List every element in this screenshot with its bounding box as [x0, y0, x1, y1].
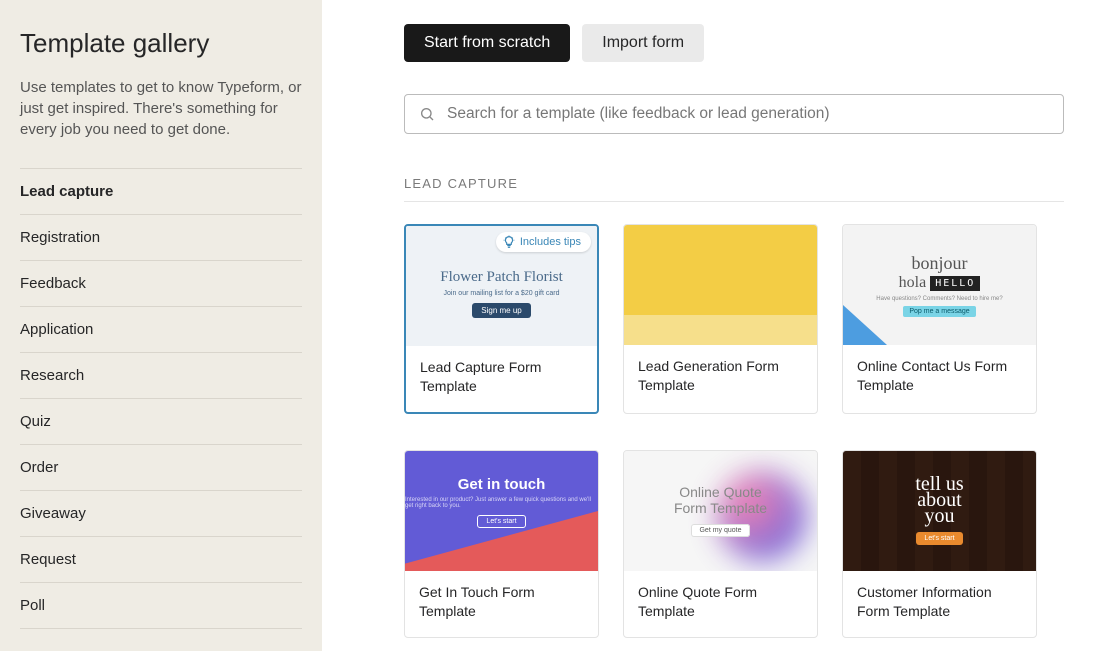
preview-cta: Pop me a message	[903, 306, 975, 317]
template-card[interactable]: Online QuoteForm TemplateGet my quoteOnl…	[623, 450, 818, 638]
template-title: Lead Capture Form Template	[406, 346, 597, 412]
preview-line2b: HELLO	[930, 276, 980, 291]
page-title: Template gallery	[20, 28, 302, 59]
template-title: Get In Touch Form Template	[405, 571, 598, 637]
template-card[interactable]: Lead Generation Form Template	[623, 224, 818, 414]
category-item[interactable]: Application	[20, 307, 302, 353]
category-list: Lead captureRegistrationFeedbackApplicat…	[20, 168, 302, 629]
start-from-scratch-button[interactable]: Start from scratch	[404, 24, 570, 62]
template-title: Customer Information Form Template	[843, 571, 1036, 637]
preview-cta: Let's start	[916, 532, 962, 545]
template-thumbnail: bonjourholaHELLO Have questions? Comments…	[843, 225, 1036, 345]
preview-line2a: hola	[899, 274, 927, 292]
category-item[interactable]: Giveaway	[20, 491, 302, 537]
template-card[interactable]: tell usaboutyou Let's start Customer Infor…	[842, 450, 1037, 638]
template-card[interactable]: Flower Patch Florist Join our mailing lis…	[404, 224, 599, 414]
category-item[interactable]: Research	[20, 353, 302, 399]
template-grid: Flower Patch Florist Join our mailing lis…	[404, 224, 1064, 638]
page-description: Use templates to get to know Typeform, o…	[20, 77, 302, 140]
preview-line1: bonjour	[912, 253, 968, 274]
template-title: Online Quote Form Template	[624, 571, 817, 637]
search-icon	[419, 106, 435, 122]
search-field[interactable]	[404, 94, 1064, 134]
preview-sub: Have questions? Comments? Need to hire m…	[876, 296, 1002, 302]
preview-cta: Let's start	[477, 515, 525, 528]
preview-cta: Get my quote	[691, 524, 749, 537]
template-thumbnail: Get in touch Interested in our product? J…	[405, 451, 598, 571]
category-item[interactable]: Order	[20, 445, 302, 491]
preview-cta: Sign me up	[472, 303, 530, 318]
preview-heading: tell usaboutyou	[915, 476, 963, 524]
template-title: Online Contact Us Form Template	[843, 345, 1036, 411]
import-form-button[interactable]: Import form	[582, 24, 704, 62]
lightbulb-icon	[502, 235, 516, 249]
decor-triangle	[843, 305, 887, 345]
search-input[interactable]	[447, 105, 1049, 123]
includes-tips-badge: Includes tips	[496, 232, 591, 252]
category-item[interactable]: Poll	[20, 583, 302, 629]
template-thumbnail	[624, 225, 817, 345]
template-thumbnail: tell usaboutyou Let's start	[843, 451, 1036, 571]
category-item[interactable]: Feedback	[20, 261, 302, 307]
toolbar: Start from scratch Import form	[404, 24, 1064, 62]
template-thumbnail: Flower Patch Florist Join our mailing lis…	[406, 226, 597, 346]
template-thumbnail: Online QuoteForm Template Get my quote	[624, 451, 817, 571]
sidebar: Template gallery Use templates to get to…	[0, 0, 322, 651]
main: Start from scratch Import form LEAD CAPT…	[322, 0, 1116, 651]
category-item[interactable]: Lead capture	[20, 169, 302, 215]
section-header: LEAD CAPTURE	[404, 176, 1064, 202]
template-card[interactable]: bonjourholaHELLO Have questions? Comments…	[842, 224, 1037, 414]
category-item[interactable]: Request	[20, 537, 302, 583]
preview-heading: Flower Patch Florist	[440, 269, 563, 286]
preview-sub: Join our mailing list for a $20 gift car…	[444, 290, 560, 297]
preview-heading: Online QuoteForm Template	[674, 484, 767, 516]
preview-heading: Get in touch	[458, 476, 546, 493]
category-item[interactable]: Registration	[20, 215, 302, 261]
template-title: Lead Generation Form Template	[624, 345, 817, 411]
category-item[interactable]: Quiz	[20, 399, 302, 445]
preview-sub: Interested in our product? Just answer a…	[405, 497, 598, 509]
template-card[interactable]: Get in touch Interested in our product? J…	[404, 450, 599, 638]
